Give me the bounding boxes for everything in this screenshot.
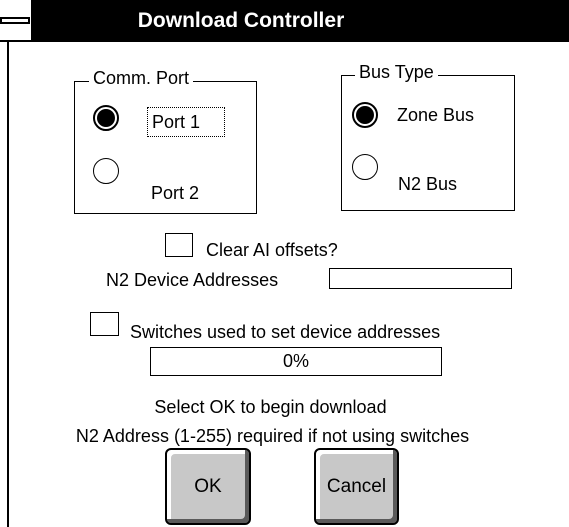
- system-menu-icon: [0, 17, 30, 24]
- bus-type-legend: Bus Type: [355, 62, 438, 82]
- cancel-button[interactable]: Cancel: [314, 448, 399, 525]
- switches-checkbox[interactable]: [90, 312, 119, 336]
- window-title: Download Controller: [137, 9, 345, 32]
- clear-ai-offsets-checkbox[interactable]: [165, 233, 193, 257]
- n2-bus-radio[interactable]: [352, 154, 378, 180]
- system-menu-button[interactable]: [0, 0, 33, 42]
- instruction-line-1: Select OK to begin download: [154, 397, 387, 417]
- port-2-radio[interactable]: [93, 158, 119, 184]
- port-2-label[interactable]: Port 2: [151, 182, 199, 204]
- n2-device-addresses-field[interactable]: [329, 268, 512, 289]
- cancel-button-label: Cancel: [326, 475, 387, 497]
- n2-bus-label[interactable]: N2 Bus: [398, 173, 457, 195]
- window-left-border: [7, 42, 9, 527]
- title-bar: Download Controller: [0, 0, 569, 44]
- zone-bus-label[interactable]: Zone Bus: [397, 104, 474, 126]
- n2-device-addresses-label: N2 Device Addresses: [106, 270, 279, 290]
- switches-label: Switches used to set device addresses: [130, 322, 441, 342]
- comm-port-legend: Comm. Port: [89, 68, 194, 88]
- clear-ai-offsets-label: Clear AI offsets?: [206, 240, 338, 260]
- download-progress-bar: 0%: [150, 347, 442, 376]
- zone-bus-radio[interactable]: [352, 102, 378, 128]
- ok-button-label: OK: [194, 475, 222, 497]
- port-1-radio[interactable]: [93, 105, 119, 131]
- ok-button[interactable]: OK: [165, 448, 251, 525]
- download-controller-window: Download Controller Comm. Port Port 1 Po…: [0, 0, 569, 527]
- instruction-line-2: N2 Address (1-255) required if not using…: [75, 426, 470, 446]
- port-1-label[interactable]: Port 1: [147, 107, 225, 137]
